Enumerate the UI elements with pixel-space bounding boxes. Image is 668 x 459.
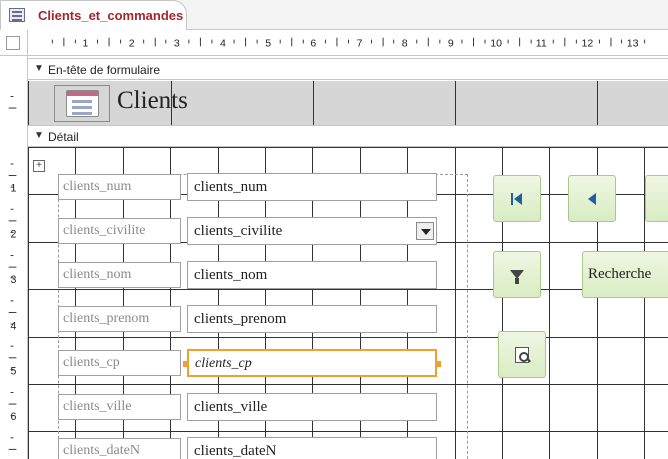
ruler-number: 9 (448, 37, 454, 49)
form-title[interactable]: Clients (117, 87, 188, 115)
textbox-clients-prenom[interactable]: clients_prenom (187, 305, 437, 333)
horizontal-ruler: 1 2 3 4 5 6 7 8 9 10 11 12 13 (28, 30, 668, 56)
ruler-number: 4 (220, 37, 226, 49)
label-clients-prenom[interactable]: clients_prenom (58, 306, 181, 332)
chevron-down-icon[interactable] (416, 222, 434, 240)
next-record-button[interactable] (645, 175, 668, 222)
combobox-value: clients_civilite (194, 223, 283, 239)
textbox-clients-cp[interactable]: clients_cp (187, 349, 437, 377)
form-logo-icon (66, 90, 99, 117)
section-collapse-icon: ▼ (34, 130, 44, 141)
search-button[interactable]: Recherche (582, 251, 668, 298)
ruler-number: 12 (582, 37, 594, 49)
header-logo[interactable] (54, 85, 110, 122)
section-collapse-icon: ▼ (34, 63, 44, 74)
ruler-number: 2 (129, 37, 135, 49)
ruler-number: 11 (536, 37, 547, 49)
ruler-number: 3 (11, 274, 17, 286)
previous-record-button[interactable] (568, 175, 616, 222)
form-header-section-bar[interactable]: ▼ En-tête de formulaire (28, 58, 668, 80)
form-header-section-label: En-tête de formulaire (48, 63, 161, 77)
filter-button[interactable] (493, 251, 541, 298)
label-clients-datN[interactable]: clients_dateN (58, 438, 181, 459)
document-tab-title: Clients_et_commandes (38, 8, 184, 23)
print-preview-button[interactable] (498, 331, 546, 378)
label-clients-nom[interactable]: clients_nom (58, 262, 181, 288)
label-clients-civilite[interactable]: clients_civilite (58, 218, 181, 244)
label-clients-ville[interactable]: clients_ville (58, 394, 181, 420)
ruler-number: 4 (11, 320, 17, 332)
move-handle-icon[interactable]: + (33, 160, 45, 172)
textbox-clients-nom[interactable]: clients_nom (187, 261, 437, 289)
ruler-number: 8 (402, 37, 408, 49)
form-selector[interactable] (0, 30, 28, 56)
ruler-number: 3 (174, 37, 180, 49)
previous-record-icon (588, 192, 596, 205)
vertical-ruler: 1 2 3 4 5 6 (0, 56, 28, 459)
ruler-number: 6 (310, 37, 316, 49)
textbox-clients-num[interactable]: clients_num (187, 173, 437, 201)
ruler-number: 2 (11, 229, 17, 241)
detail-section-bar[interactable]: ▼ Détail (28, 125, 668, 147)
first-record-icon (511, 192, 523, 205)
ruler-number: 5 (11, 366, 17, 378)
search-button-label: Recherche (588, 266, 652, 282)
ruler-number: 1 (11, 182, 17, 194)
textbox-clients-dateN[interactable]: clients_dateN (187, 437, 437, 459)
form-header-area: Clients (28, 81, 668, 125)
detail-section-label: Détail (48, 130, 79, 144)
detail-area: + clients_num clients_num clients_civili… (28, 147, 668, 459)
selection-handle-left[interactable] (183, 361, 189, 367)
ruler-number: 10 (490, 37, 502, 49)
filter-icon (510, 270, 524, 284)
label-clients-num[interactable]: clients_num (58, 174, 181, 200)
form-icon (9, 8, 25, 22)
ruler-number: 13 (627, 37, 639, 49)
ruler-number: 5 (265, 37, 271, 49)
document-tab-strip: Clients_et_commandes (0, 0, 668, 31)
ruler-number: 1 (83, 37, 89, 49)
ruler-number: 6 (11, 411, 17, 423)
textbox-clients-ville[interactable]: clients_ville (187, 393, 437, 421)
label-clients-cp[interactable]: clients_cp (58, 350, 181, 376)
selection-handle-right[interactable] (435, 361, 441, 367)
print-preview-icon (515, 346, 529, 363)
document-tab[interactable]: Clients_et_commandes (0, 0, 187, 31)
first-record-button[interactable] (493, 175, 541, 222)
ruler-number: 7 (357, 37, 363, 49)
combobox-clients-civilite[interactable]: clients_civilite (187, 217, 437, 245)
